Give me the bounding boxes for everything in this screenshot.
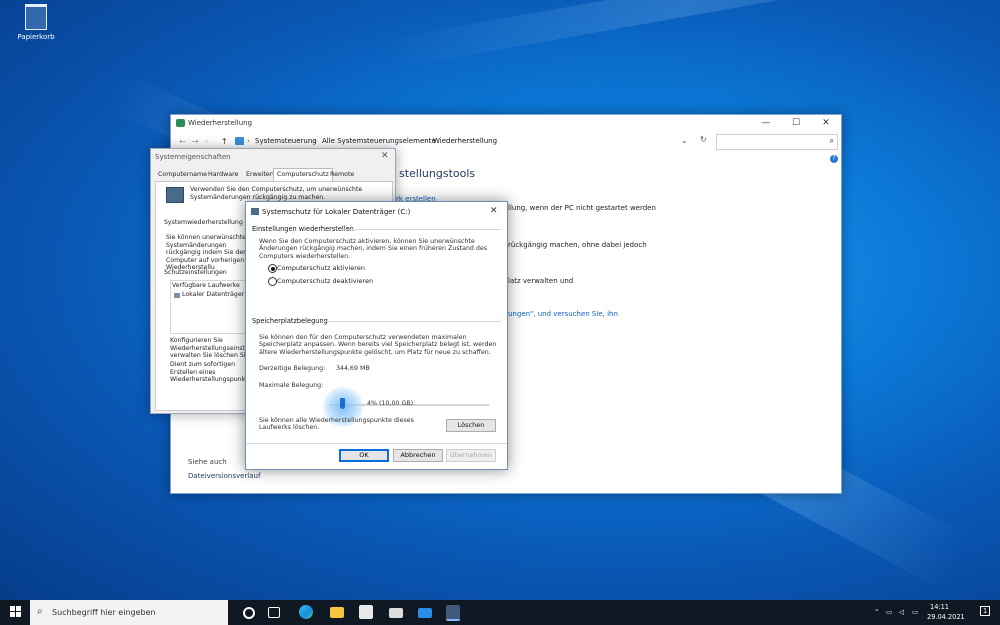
restore-text: Sie können unerwünschte Systemänderungen… — [166, 234, 248, 269]
configure-text: Konfigurieren Sie Wiederherstellungseins… — [170, 337, 250, 359]
dialog-titlebar[interactable]: Systemschutz für Lokaler Datenträger (C:… — [246, 202, 507, 222]
description-text: llung, wenn der PC nicht gestartet werde… — [508, 204, 656, 212]
enable-protection-label[interactable]: Computerschutz aktivieren — [277, 264, 365, 272]
page-title: stellungstools — [399, 167, 476, 180]
forward-arrow-icon[interactable]: → — [192, 137, 199, 146]
dialog-title: Systemschutz für Lokaler Datenträger (C:… — [262, 208, 411, 216]
taskbar-search-input[interactable]: ⌕ Suchbegriff hier eingeben — [30, 600, 228, 625]
search-icon: ⌕ — [829, 136, 834, 145]
recycle-bin-label: Papierkorb — [17, 33, 55, 41]
recovery-icon — [176, 119, 185, 127]
breadcrumb-item[interactable]: Systemsteuerung — [255, 137, 317, 145]
cortana-icon[interactable] — [243, 607, 255, 619]
current-usage-value: 344,69 MB — [336, 365, 370, 372]
recovery-titlebar[interactable]: Wiederherstellung — ☐ ✕ — [171, 115, 841, 132]
cancel-button[interactable]: Abbrechen — [393, 449, 443, 462]
search-placeholder: Suchbegriff hier eingeben — [52, 608, 156, 617]
ok-button[interactable]: OK — [339, 449, 389, 462]
search-icon: ⌕ — [37, 606, 43, 617]
chevron-down-icon[interactable]: ⌄ — [681, 136, 688, 145]
window-title: Wiederherstellung — [188, 119, 253, 127]
storage-header: Speicherplatzbelegung — [252, 317, 328, 325]
clock-date[interactable]: 29.04.2021 — [927, 613, 965, 621]
tab-computername[interactable]: Computername — [155, 169, 210, 180]
up-arrow-icon[interactable]: ↑ — [221, 137, 228, 146]
network-icon[interactable]: ▭ — [886, 608, 892, 616]
close-button[interactable]: ✕ — [811, 115, 841, 131]
system-protection-icon — [251, 208, 259, 215]
tab-remote[interactable]: Remote — [327, 169, 357, 180]
enable-protection-radio[interactable] — [268, 264, 277, 273]
disable-protection-radio[interactable] — [268, 277, 277, 286]
file-explorer-icon[interactable] — [330, 607, 344, 618]
system-protection-icon — [166, 187, 184, 203]
tab-computer-protection[interactable]: Computerschutz — [273, 168, 333, 182]
system-protection-icon[interactable] — [446, 605, 460, 621]
max-usage-slider-thumb[interactable] — [340, 398, 345, 409]
system-protection-dialog[interactable]: Systemschutz für Lokaler Datenträger (C:… — [245, 201, 508, 470]
delete-button[interactable]: Löschen — [446, 419, 496, 432]
delete-points-text: Sie können alle Wiederherstellungspunkte… — [259, 417, 414, 432]
see-also-label: Siehe auch — [188, 458, 227, 466]
control-panel-icon[interactable] — [418, 608, 432, 618]
chevron-up-icon[interactable]: ⌃ — [874, 608, 880, 616]
restore-header: Systemwiederherstellung — [164, 219, 243, 226]
task-view-icon[interactable] — [268, 607, 280, 618]
maximize-button[interactable]: ☐ — [781, 115, 811, 131]
create-text: Dient zum sofortigen Erstellen eines Wie… — [170, 361, 250, 383]
windows-start-icon[interactable] — [10, 606, 22, 618]
storage-text: Sie können den für den Computerschutz ve… — [259, 334, 497, 356]
description-text: rückgängig machen, ohne dabei jedoch — [508, 241, 647, 249]
minimize-button[interactable]: — — [751, 115, 781, 131]
file-history-link[interactable]: Dateiversionsverlauf — [188, 472, 260, 480]
taskbar: ⌕ Suchbegriff hier eingeben ⌃ ▭ ◁ ▭ 14:1… — [0, 600, 1000, 625]
apply-button: Übernehmen — [446, 449, 496, 462]
tab-hardware[interactable]: Hardware — [205, 169, 241, 180]
max-usage-value: 4% (10,00 GB) — [367, 400, 414, 407]
edge-icon[interactable] — [299, 605, 313, 619]
breadcrumb-item[interactable]: Wiederherstellung — [433, 137, 497, 145]
disable-protection-label[interactable]: Computerschutz deaktivieren — [277, 277, 373, 285]
control-panel-icon — [235, 137, 244, 145]
desktop-background: Papierkorb Wiederherstellung — ☐ ✕ ← → ⌄… — [0, 0, 1000, 600]
clock-time[interactable]: 14:11 — [930, 603, 949, 611]
reset-link[interactable]: ungen", und versuchen Sie, ihn — [508, 310, 618, 318]
window-title: Systemeigenschaften — [155, 153, 231, 161]
description-text: latz verwalten und — [508, 277, 574, 285]
search-input[interactable]: ⌕ — [716, 134, 838, 150]
close-button[interactable]: ✕ — [490, 206, 498, 216]
close-button[interactable]: ✕ — [381, 151, 389, 161]
refresh-icon[interactable]: ↻ — [700, 135, 707, 144]
drive-list-header: Verfügbare Laufwerke — [172, 282, 240, 289]
notifications-icon[interactable]: 1 — [980, 606, 991, 616]
current-usage-label: Derzeitige Belegung: — [259, 365, 326, 372]
drive-icon — [174, 293, 180, 298]
restore-settings-header: Einstellungen wiederherstellen — [252, 225, 354, 233]
chevron-down-icon[interactable]: ⌄ — [204, 137, 209, 144]
display-icon[interactable]: ▭ — [912, 608, 918, 616]
restore-settings-text: Wenn Sie den Computerschutz aktivieren, … — [259, 238, 488, 260]
drive-item[interactable]: Lokaler Datenträger (C — [182, 291, 253, 299]
max-usage-label: Maximale Belegung: — [259, 382, 324, 389]
trash-icon — [25, 4, 47, 30]
recycle-bin-icon[interactable]: Papierkorb — [14, 4, 58, 41]
intro-text: Verwenden Sie den Computerschutz, um une… — [190, 186, 363, 201]
store-icon[interactable] — [359, 605, 373, 619]
breadcrumb-item[interactable]: Alle Systemsteuerungselemente — [322, 137, 436, 145]
protection-header: Schutzeinstellungen — [164, 269, 227, 277]
back-arrow-icon[interactable]: ← — [179, 137, 186, 146]
speaker-icon[interactable]: ◁ — [899, 608, 904, 616]
dialog-body: Einstellungen wiederherstellen Wenn Sie … — [246, 222, 507, 469]
drive-list[interactable]: Verfügbare Laufwerke Lokaler Datenträger… — [170, 280, 253, 334]
mail-icon[interactable] — [389, 608, 403, 618]
